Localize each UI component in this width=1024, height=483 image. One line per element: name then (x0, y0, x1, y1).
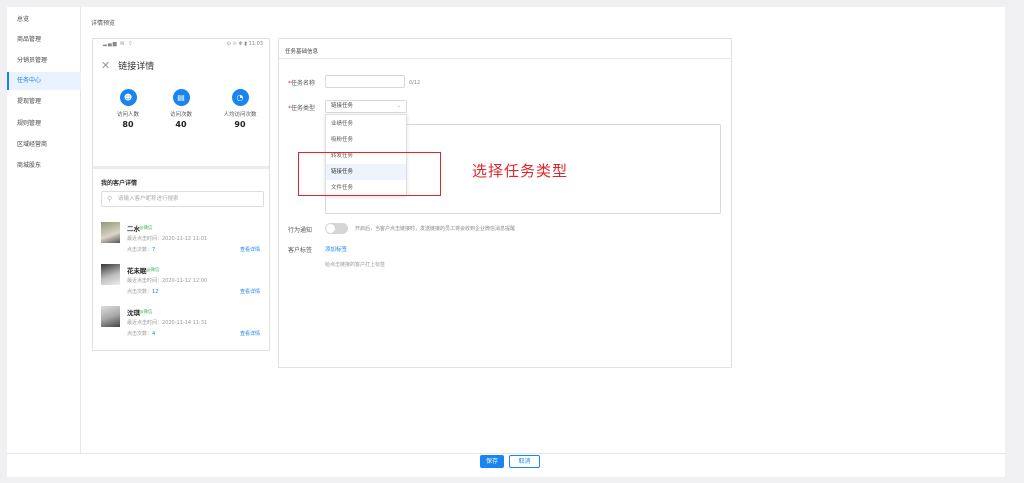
save-button[interactable]: 保存 (480, 455, 504, 468)
view-detail-link[interactable]: 查看详情 (240, 330, 260, 337)
chevron-down-icon: ⌄ (396, 103, 401, 109)
list-item: 二水 @微信 最近点击时间：2020-11-12 11:01 点击次数：7 查看… (101, 222, 269, 260)
search-icon: ⚲ (107, 195, 113, 203)
user-icon: ☻ (119, 89, 137, 106)
last-click-time: 最近点击时间：2020-11-14 11:31 (127, 320, 208, 326)
phone-title: 链接详情 (118, 62, 155, 72)
view-detail-link[interactable]: 查看详情 (240, 288, 260, 295)
task-form: 任务基础信息 *任务名称 0/12 *任务类型 链接任务 ⌄ 业绩任务 吸粉任务… (278, 38, 732, 368)
tag-label: 客户标签 (288, 247, 313, 254)
sidebar-item-distributors[interactable]: 分销员管理 (7, 52, 81, 70)
selected-value: 链接任务 (331, 103, 354, 109)
option-performance-task[interactable]: 业绩任务 (326, 116, 406, 132)
tab-basic-info[interactable]: 任务基础信息 (285, 47, 318, 55)
wechat-badge: @微信 (146, 268, 160, 273)
sidebar-item-shareholders[interactable]: 商城股东 (7, 157, 81, 175)
close-icon[interactable]: ✕ (101, 59, 110, 72)
phone-header: ✕ 链接详情 (101, 59, 154, 72)
tag-hint: 给点击链接的客户打上标签 (325, 262, 386, 268)
stat-visits: ▤ 访问次数 40 (156, 89, 206, 129)
list-item: 沈琪 @微信 最近点击时间：2020-11-14 11:31 点击次数：4 查看… (101, 306, 269, 344)
task-name-input[interactable] (325, 75, 405, 88)
last-click-time: 最近点击时间：2020-11-12 11:01 (127, 236, 208, 242)
notify-toggle[interactable] (325, 223, 348, 234)
sidebar-item-products[interactable]: 商品管理 (7, 31, 81, 49)
stat-visitors: ☻ 访问人数 80 (103, 89, 153, 129)
pie-chart-icon: ◔ (231, 89, 249, 106)
divider (7, 453, 1005, 454)
page-title: 详情预览 (91, 20, 116, 27)
stat-value: 80 (122, 120, 134, 129)
customer-search-input[interactable]: ⚲ 请输入客户昵称进行搜索 (101, 191, 264, 207)
list-item: 花未眠 @微信 最近点击时间：2020-11-12 12:00 点击次数：12 … (101, 264, 269, 302)
stat-label: 访问人数 (116, 112, 139, 118)
signal-icon: ▂▄▆ ✉ ⌔ (103, 41, 134, 47)
add-tag-link[interactable]: 添加标签 (325, 245, 347, 253)
wechat-badge: @微信 (139, 310, 153, 315)
avatar (101, 306, 120, 327)
app-frame: 总览 商品管理 分销员管理 任务中心 提现管理 规则管理 区域经营商 商城股东 … (7, 7, 1005, 477)
status-time: ⊙ ☼ ✻ ▮ 11:03 (226, 41, 263, 47)
section-title: 我的客户详情 (101, 180, 138, 187)
view-detail-link[interactable]: 查看详情 (240, 246, 260, 253)
toggle-knob (326, 224, 335, 233)
cancel-button[interactable]: 取消 (509, 455, 540, 468)
avatar (101, 264, 120, 285)
customer-name: 花未眠 (127, 267, 147, 275)
stat-label: 访问次数 (169, 112, 192, 118)
avatar (101, 222, 120, 243)
option-fan-task[interactable]: 吸粉任务 (326, 132, 406, 148)
notify-label: 行为通知 (288, 227, 313, 234)
sidebar-item-overview[interactable]: 总览 (7, 11, 81, 29)
annotation-text: 选择任务类型 (472, 162, 569, 180)
stat-value: 90 (234, 120, 246, 129)
sidebar-item-task-center[interactable]: 任务中心 (7, 72, 81, 90)
sidebar-item-rules[interactable]: 规则管理 (7, 115, 81, 133)
stat-label: 人均访问次数 (223, 112, 257, 118)
last-click-time: 最近点击时间：2020-11-12 12:00 (127, 278, 208, 284)
sidebar-item-withdrawals[interactable]: 提现管理 (7, 93, 81, 111)
notify-tip: 开启后，当客户点击链接时，发送链接的员工将会收到企业微信消息提醒 (355, 226, 516, 232)
char-counter: 0/12 (409, 80, 421, 86)
annotation-highlight-box (298, 152, 441, 196)
task-name-label: *任务名称 (288, 80, 316, 87)
stat-value: 40 (175, 120, 187, 129)
task-type-select[interactable]: 链接任务 ⌄ (325, 100, 407, 113)
document-icon: ▤ (172, 89, 190, 106)
divider (279, 58, 732, 59)
phone-preview: ▂▄▆ ✉ ⌔ ⊙ ☼ ✻ ▮ 11:03 ✕ 链接详情 ☻ 访问人数 80 ▤ … (92, 38, 270, 351)
stat-avg-visits: ◔ 人均访问次数 90 (210, 89, 270, 129)
sidebar: 总览 商品管理 分销员管理 任务中心 提现管理 规则管理 区域经营商 商城股东 (7, 7, 81, 453)
click-count: 点击次数：7 (127, 247, 156, 253)
sidebar-item-regional[interactable]: 区域经营商 (7, 136, 81, 154)
click-count: 点击次数：4 (127, 331, 156, 337)
search-placeholder: 请输入客户昵称进行搜索 (118, 196, 179, 202)
click-count: 点击次数：12 (127, 289, 159, 295)
divider (93, 166, 269, 169)
wechat-badge: @微信 (139, 226, 153, 231)
task-type-label: *任务类型 (288, 105, 316, 112)
phone-status-bar: ▂▄▆ ✉ ⌔ ⊙ ☼ ✻ ▮ 11:03 (93, 39, 271, 50)
